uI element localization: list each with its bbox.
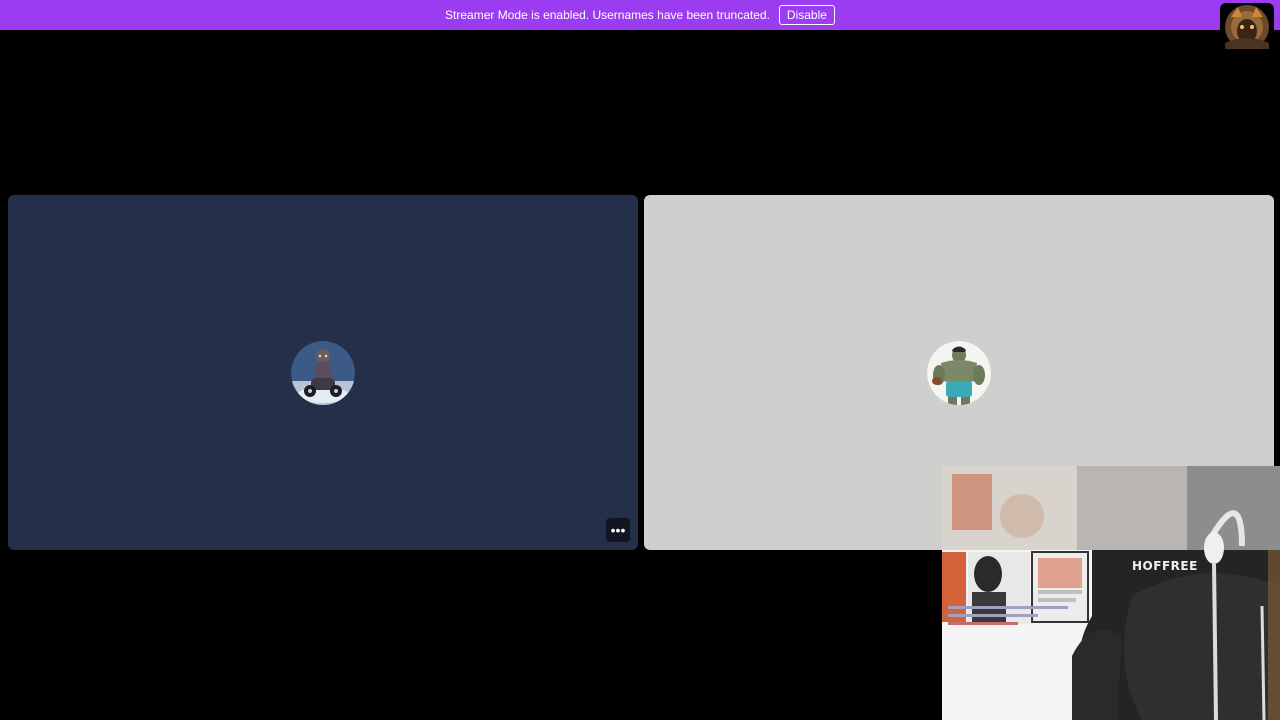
webcam-overlay-text: HOFFREE — [1132, 559, 1198, 573]
more-options-button[interactable]: ••• — [606, 518, 630, 542]
corner-logo-avatar — [1220, 3, 1274, 49]
voice-call-screen: Streamer Mode is enabled. Usernames have… — [0, 0, 1280, 720]
disable-streamer-mode-button[interactable]: Disable — [778, 5, 835, 25]
participant-tile[interactable]: ••• — [8, 195, 638, 550]
hulk-avatar-icon — [927, 340, 991, 405]
streamer-mode-banner: Streamer Mode is enabled. Usernames have… — [0, 0, 1280, 30]
webcam-overlay: HOFFREE — [942, 466, 1280, 720]
robot-figure-avatar-icon — [291, 340, 355, 405]
webcam-feed — [942, 466, 1280, 720]
streamer-mode-message: Streamer Mode is enabled. Usernames have… — [445, 8, 770, 22]
